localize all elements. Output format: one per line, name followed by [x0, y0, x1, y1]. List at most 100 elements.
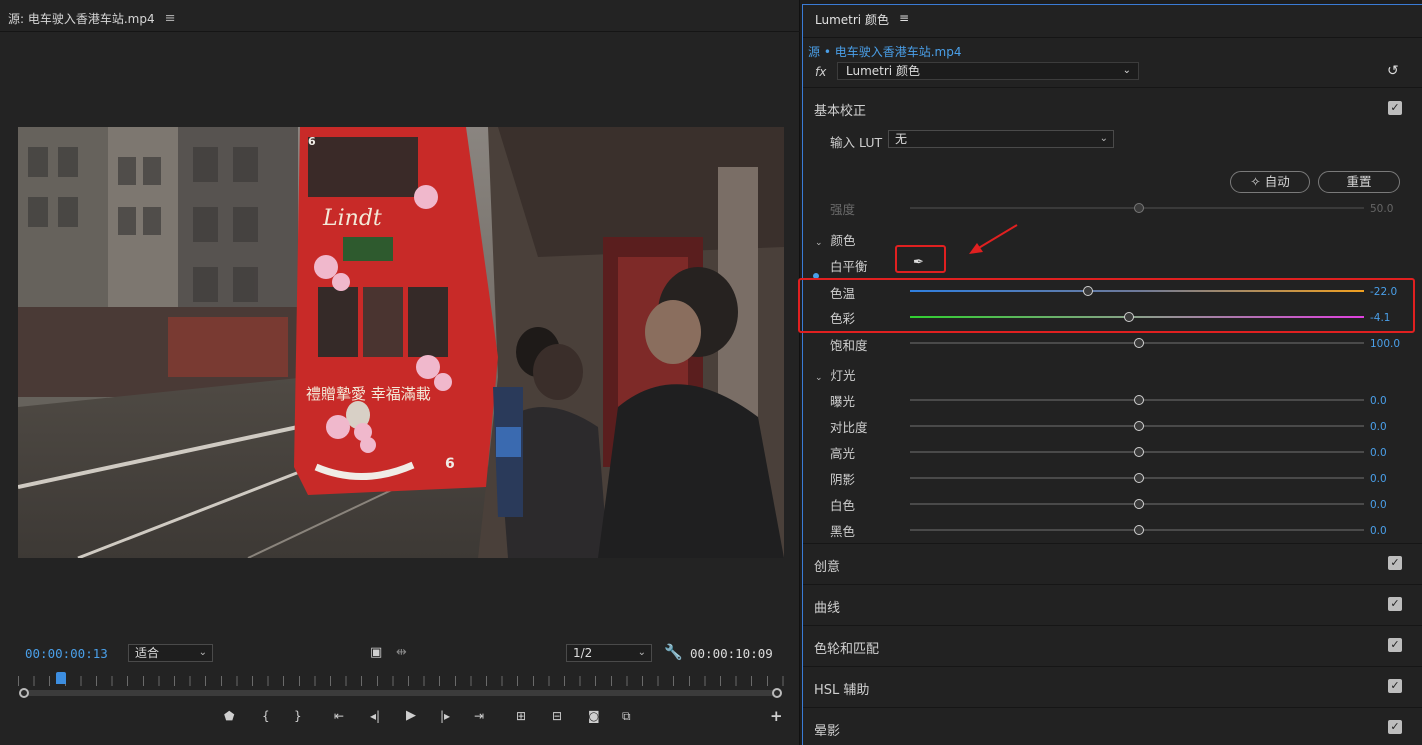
- saturation-value[interactable]: 100.0: [1370, 338, 1400, 350]
- transport-controls: ⬟ { } ⇤ ◂| ▶ |▸ ⇥ ⊞ ⊟ ◙ ⧉ +: [220, 709, 783, 727]
- slider-knob[interactable]: [1134, 421, 1144, 431]
- ruler-ticks: [18, 676, 784, 686]
- highlights-value[interactable]: 0.0: [1370, 447, 1387, 459]
- contrast-slider[interactable]: [910, 421, 1364, 431]
- scrollbar-left-handle[interactable]: [19, 688, 29, 698]
- reset-button[interactable]: 重置: [1318, 171, 1400, 193]
- zoom-scrollbar[interactable]: [22, 690, 780, 696]
- mark-out-icon[interactable]: }: [294, 709, 302, 723]
- source-monitor-tab[interactable]: 源: 电车驶入香港车站.mp4 ≡: [8, 6, 176, 30]
- shadows-value[interactable]: 0.0: [1370, 473, 1387, 485]
- subsection-color[interactable]: ⌄ 颜色: [815, 230, 856, 249]
- time-ruler[interactable]: [18, 672, 784, 688]
- slider-knob[interactable]: [1134, 499, 1144, 509]
- step-forward-icon[interactable]: |▸: [440, 709, 450, 723]
- lumetri-tab[interactable]: Lumetri 颜色 ≡: [815, 11, 909, 28]
- blacks-value[interactable]: 0.0: [1370, 525, 1387, 537]
- annotation-box-temperature-tint: [798, 278, 1415, 333]
- section-enable-checkbox[interactable]: ✓: [1388, 597, 1402, 611]
- playback-resolution-dropdown[interactable]: 1/2 ⌄: [566, 644, 652, 662]
- duration-timecode: 00:00:10:09: [690, 646, 773, 661]
- blacks-slider[interactable]: [910, 525, 1364, 535]
- insert-icon[interactable]: ⊞: [516, 709, 526, 723]
- scrollbar-right-handle[interactable]: [772, 688, 782, 698]
- intensity-slider[interactable]: [910, 203, 1364, 213]
- fit-frame-icon[interactable]: ▣: [370, 646, 382, 660]
- intensity-label: 强度: [830, 202, 856, 217]
- fit-dropdown[interactable]: 适合 ⌄: [128, 644, 213, 662]
- slider-knob[interactable]: [1134, 203, 1144, 213]
- slider-knob[interactable]: [1134, 395, 1144, 405]
- section-basic-correction[interactable]: 基本校正 ✓: [803, 87, 1422, 127]
- source-monitor-panel: 源: 电车驶入香港车站.mp4 ≡ Lindt 禮贈摯愛 幸福滿載 6 6 00…: [0, 0, 800, 745]
- subsection-light[interactable]: ⌄ 灯光: [815, 365, 856, 384]
- exposure-value[interactable]: 0.0: [1370, 395, 1387, 407]
- input-lut-dropdown[interactable]: 无 ⌄: [888, 130, 1114, 148]
- mark-in-icon[interactable]: {: [262, 709, 270, 723]
- current-timecode[interactable]: 00:00:00:13: [25, 646, 108, 661]
- section-title: 晕影: [814, 724, 841, 739]
- section-title: 创意: [814, 560, 841, 575]
- marker-icon[interactable]: ⬟: [224, 709, 234, 723]
- lumetri-color-panel: Lumetri 颜色 ≡ 源 • 电车驶入香港车站.mp4 fx Lumetri…: [798, 4, 1422, 745]
- tab-divider: [0, 31, 800, 32]
- saturation-slider[interactable]: [910, 338, 1364, 348]
- export-frame-icon[interactable]: ◙: [588, 709, 600, 723]
- svg-text:禮贈摯愛 幸福滿載: 禮贈摯愛 幸福滿載: [306, 385, 431, 403]
- section-curves[interactable]: 曲线 ✓: [803, 584, 1422, 624]
- section-hsl-secondary[interactable]: HSL 辅助 ✓: [803, 666, 1422, 706]
- section-creative[interactable]: 创意 ✓: [803, 543, 1422, 583]
- panel-menu-icon[interactable]: ≡: [899, 11, 909, 28]
- section-enable-checkbox[interactable]: ✓: [1388, 101, 1402, 115]
- playhead[interactable]: [56, 672, 67, 684]
- section-title: 色轮和匹配: [814, 642, 880, 657]
- whites-slider[interactable]: [910, 499, 1364, 509]
- trim-icon[interactable]: ⇹: [396, 646, 407, 660]
- section-enable-checkbox[interactable]: ✓: [1388, 556, 1402, 570]
- exposure-slider[interactable]: [910, 395, 1364, 405]
- slider-knob[interactable]: [1134, 525, 1144, 535]
- section-vignette[interactable]: 晕影 ✓: [803, 707, 1422, 745]
- source-tab-title: 源: 电车驶入香港车站.mp4: [8, 11, 155, 26]
- go-to-in-icon[interactable]: ⇤: [334, 709, 344, 723]
- chevron-down-icon: ⌄: [1099, 133, 1108, 144]
- resolution-dropdown-value: 1/2: [573, 646, 593, 660]
- slider-knob[interactable]: [1134, 447, 1144, 457]
- add-button-icon[interactable]: +: [770, 709, 783, 724]
- section-title: 曲线: [814, 601, 841, 616]
- play-icon[interactable]: ▶: [406, 709, 416, 723]
- chevron-down-icon: ⌄: [198, 647, 207, 658]
- reset-effect-icon[interactable]: ↺: [1387, 63, 1399, 79]
- step-back-icon[interactable]: ◂|: [370, 709, 380, 723]
- section-enable-checkbox[interactable]: ✓: [1388, 679, 1402, 693]
- highlights-slider[interactable]: [910, 447, 1364, 457]
- slider-knob[interactable]: [1134, 338, 1144, 348]
- highlights-label: 高光: [830, 446, 856, 461]
- collapse-arrow-icon: ⌄: [815, 238, 823, 248]
- effect-dropdown-value: Lumetri 颜色: [846, 64, 920, 78]
- slider-knob[interactable]: [1134, 473, 1144, 483]
- tab-divider: [803, 37, 1422, 38]
- section-color-wheels[interactable]: 色轮和匹配 ✓: [803, 625, 1422, 665]
- overwrite-icon[interactable]: ⊟: [552, 709, 562, 723]
- effect-dropdown[interactable]: Lumetri 颜色 ⌄: [837, 62, 1139, 80]
- intensity-value[interactable]: 50.0: [1370, 203, 1393, 215]
- exposure-label: 曝光: [830, 394, 856, 409]
- panel-menu-icon[interactable]: ≡: [165, 11, 176, 26]
- compare-icon[interactable]: ⧉: [622, 709, 631, 723]
- section-enable-checkbox[interactable]: ✓: [1388, 720, 1402, 734]
- section-enable-checkbox[interactable]: ✓: [1388, 638, 1402, 652]
- auto-button[interactable]: ✧ 自动: [1230, 171, 1310, 193]
- go-to-out-icon[interactable]: ⇥: [474, 709, 484, 723]
- annotation-box-eyedropper: [895, 245, 946, 273]
- shadows-slider[interactable]: [910, 473, 1364, 483]
- whites-value[interactable]: 0.0: [1370, 499, 1387, 511]
- chevron-down-icon: ⌄: [637, 647, 646, 658]
- video-preview: Lindt 禮贈摯愛 幸福滿載 6 6: [18, 127, 784, 558]
- fx-icon[interactable]: fx: [815, 65, 826, 79]
- subsection-title: 灯光: [830, 368, 856, 383]
- wrench-icon[interactable]: 🔧: [664, 645, 683, 660]
- clip-source-link[interactable]: 源 • 电车驶入香港车站.mp4: [808, 43, 961, 60]
- whites-label: 白色: [830, 498, 856, 513]
- contrast-value[interactable]: 0.0: [1370, 421, 1387, 433]
